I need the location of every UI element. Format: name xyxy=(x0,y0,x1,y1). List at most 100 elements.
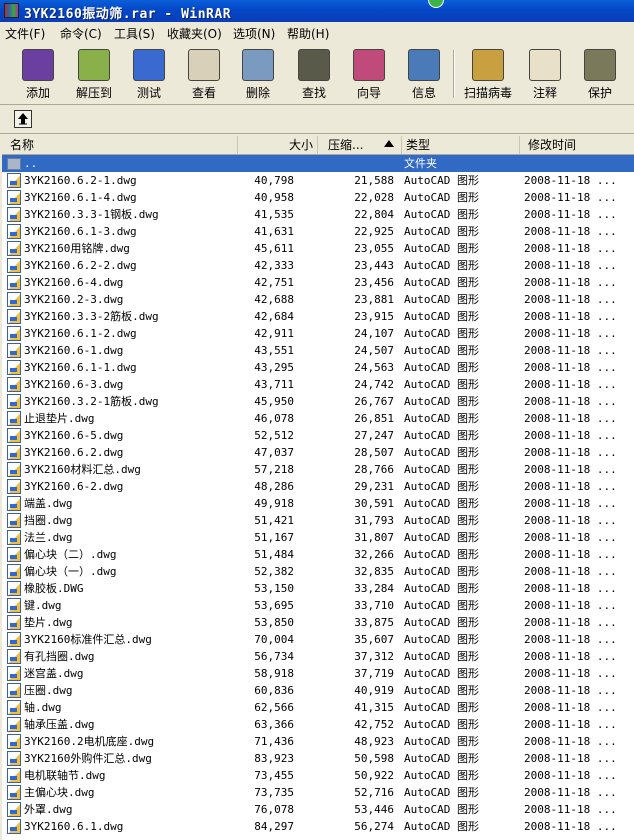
row-modified: 2008-11-18 ... xyxy=(524,429,617,442)
file-row[interactable]: 3YK2160.3.3-1钢板.dwg 41,535 22,804 AutoCAD 图… xyxy=(2,206,634,223)
toolbar-button-4[interactable]: 删除 xyxy=(230,46,286,102)
menu-item-3[interactable]: 收藏夹(O) xyxy=(167,25,222,42)
dwg-file-icon xyxy=(7,258,21,273)
row-type: AutoCAD 图形 xyxy=(404,463,479,476)
file-row[interactable]: 有孔挡圈.dwg 56,734 37,312 AutoCAD 图形 2008-11-18… xyxy=(2,648,634,665)
file-row[interactable]: 3YK2160.6-5.dwg 52,512 27,247 AutoCAD 图形 200… xyxy=(2,427,634,444)
file-row[interactable]: 3YK2160.6.1-2.dwg 42,911 24,107 AutoCAD 图形 2… xyxy=(2,325,634,342)
file-row[interactable]: 3YK2160.6.1-3.dwg 41,631 22,925 AutoCAD 图形 2… xyxy=(2,223,634,240)
file-row[interactable]: 偏心块（二）.dwg 51,484 32,266 AutoCAD 图形 2008-11-… xyxy=(2,546,634,563)
file-row[interactable]: 3YK2160.6-3.dwg 43,711 24,742 AutoCAD 图形 200… xyxy=(2,376,634,393)
row-modified: 2008-11-18 ... xyxy=(524,225,617,238)
row-packed: 24,107 xyxy=(354,327,394,340)
file-row[interactable]: 3YK2160.3.2-1筋板.dwg 45,950 26,767 AutoCAD 图… xyxy=(2,393,634,410)
row-packed: 23,915 xyxy=(354,310,394,323)
row-name: 3YK2160.2电机底座.dwg xyxy=(24,735,155,748)
row-type: AutoCAD 图形 xyxy=(404,327,479,340)
toolbar-button-7[interactable]: 信息 xyxy=(396,46,452,102)
file-row[interactable]: 3YK2160.6.2-2.dwg 42,333 23,443 AutoCAD 图形 2… xyxy=(2,257,634,274)
file-row[interactable]: 3YK2160.6.1-4.dwg 40,958 22,028 AutoCAD 图形 2… xyxy=(2,189,634,206)
file-row[interactable]: 偏心块（一）.dwg 52,382 32,835 AutoCAD 图形 2008-11-… xyxy=(2,563,634,580)
file-row[interactable]: 压圈.dwg 60,836 40,919 AutoCAD 图形 2008-11-18 .… xyxy=(2,682,634,699)
row-modified: 2008-11-18 ... xyxy=(524,735,617,748)
row-name: 有孔挡圈.dwg xyxy=(24,650,95,663)
row-size: 41,631 xyxy=(254,225,294,238)
row-name: 3YK2160.6-2.dwg xyxy=(24,480,124,493)
file-row[interactable]: 轴.dwg 62,566 41,315 AutoCAD 图形 2008-11-18 ..… xyxy=(2,699,634,716)
parent-folder-row[interactable]: .. 文件夹 xyxy=(2,155,634,172)
toolbar-button-5[interactable]: 查找 xyxy=(286,46,342,102)
header-packed[interactable]: 压缩... xyxy=(318,136,402,154)
row-size: 52,512 xyxy=(254,429,294,442)
toolbar-button-8[interactable]: 扫描病毒 xyxy=(460,46,516,102)
file-list[interactable]: .. 文件夹 3YK2160.6.2-1.dwg 40,798 21,588 Auto… xyxy=(2,155,634,840)
file-row[interactable]: 3YK2160.6.2.dwg 47,037 28,507 AutoCAD 图形 200… xyxy=(2,444,634,461)
header-name[interactable]: 名称 xyxy=(2,136,238,154)
file-row[interactable]: 主偏心块.dwg 73,735 52,716 AutoCAD 图形 2008-11-18… xyxy=(2,784,634,801)
row-modified: 2008-11-18 ... xyxy=(524,276,617,289)
row-name: 3YK2160.3.2-1筋板.dwg xyxy=(24,395,159,408)
title-bar[interactable]: 3YK2160振动筛.rar - WinRAR xyxy=(0,0,634,22)
file-row[interactable]: 3YK2160.6.1-1.dwg 43,295 24,563 AutoCAD 图形 2… xyxy=(2,359,634,376)
help-bubble-icon xyxy=(428,0,444,8)
row-modified: 2008-11-18 ... xyxy=(524,412,617,425)
row-name: 键.dwg xyxy=(24,599,62,612)
toolbar-button-1[interactable]: 解压到 xyxy=(66,46,122,102)
winrar-app-icon[interactable] xyxy=(4,3,19,18)
file-row[interactable]: 键.dwg 53,695 33,710 AutoCAD 图形 2008-11-18 ..… xyxy=(2,597,634,614)
row-size: 51,484 xyxy=(254,548,294,561)
file-row[interactable]: 垫片.dwg 53,850 33,875 AutoCAD 图形 2008-11-18 .… xyxy=(2,614,634,631)
header-modified[interactable]: 修改时间 xyxy=(520,136,634,154)
row-modified: 2008-11-18 ... xyxy=(524,820,617,833)
header-type[interactable]: 类型 xyxy=(402,136,520,154)
row-packed: 22,028 xyxy=(354,191,394,204)
file-row[interactable]: 电机联轴节.dwg 73,455 50,922 AutoCAD 图形 2008-11-1… xyxy=(2,767,634,784)
toolbar-button-2[interactable]: 测试 xyxy=(121,46,177,102)
file-row[interactable]: 外罩.dwg 76,078 53,446 AutoCAD 图形 2008-11-18 .… xyxy=(2,801,634,818)
toolbar-button-3[interactable]: 查看 xyxy=(176,46,232,102)
file-row[interactable]: 3YK2160标准件汇总.dwg 70,004 35,607 AutoCAD 图形 20… xyxy=(2,631,634,648)
dwg-file-icon xyxy=(7,564,21,579)
row-modified: 2008-11-18 ... xyxy=(524,293,617,306)
menu-item-4[interactable]: 选项(N) xyxy=(233,25,275,42)
file-row[interactable]: 止退垫片.dwg 46,078 26,851 AutoCAD 图形 2008-11-18… xyxy=(2,410,634,427)
dwg-file-icon xyxy=(7,734,21,749)
file-row[interactable]: 3YK2160.2电机底座.dwg 71,436 48,923 AutoCAD 图形 2… xyxy=(2,733,634,750)
menu-item-2[interactable]: 工具(S) xyxy=(114,25,155,42)
file-row[interactable]: 轴承压盖.dwg 63,366 42,752 AutoCAD 图形 2008-11-18… xyxy=(2,716,634,733)
menu-item-0[interactable]: 文件(F) xyxy=(5,25,45,42)
file-row[interactable]: 3YK2160.6.2-1.dwg 40,798 21,588 AutoCAD 图形 2… xyxy=(2,172,634,189)
row-size: 51,421 xyxy=(254,514,294,527)
toolbar-button-6[interactable]: 向导 xyxy=(341,46,397,102)
toolbar-button-10[interactable]: 保护 xyxy=(572,46,628,102)
menu-item-1[interactable]: 命令(C) xyxy=(60,25,102,42)
row-modified: 2008-11-18 ... xyxy=(524,667,617,680)
header-size[interactable]: 大小 xyxy=(238,136,318,154)
file-row[interactable]: 3YK2160.6-1.dwg 43,551 24,507 AutoCAD 图形 200… xyxy=(2,342,634,359)
file-row[interactable]: 橡胶板.DWG 53,150 33,284 AutoCAD 图形 2008-11-18 … xyxy=(2,580,634,597)
menu-item-5[interactable]: 帮助(H) xyxy=(287,25,329,42)
file-row[interactable]: 3YK2160.6-4.dwg 42,751 23,456 AutoCAD 图形 200… xyxy=(2,274,634,291)
file-row[interactable]: 3YK2160.3.3-2筋板.dwg 42,684 23,915 AutoCAD 图… xyxy=(2,308,634,325)
file-row[interactable]: 3YK2160.2-3.dwg 42,688 23,881 AutoCAD 图形 200… xyxy=(2,291,634,308)
toolbar-button-9[interactable]: 注释 xyxy=(517,46,573,102)
file-row[interactable]: 3YK2160用铭牌.dwg 45,611 23,055 AutoCAD 图形 2008… xyxy=(2,240,634,257)
file-row[interactable]: 端盖.dwg 49,918 30,591 AutoCAD 图形 2008-11-18 .… xyxy=(2,495,634,512)
row-size: 58,918 xyxy=(254,667,294,680)
up-folder-button[interactable] xyxy=(14,110,32,128)
row-packed: 42,752 xyxy=(354,718,394,731)
row-modified: 2008-11-18 ... xyxy=(524,174,617,187)
file-row[interactable]: 3YK2160材料汇总.dwg 57,218 28,766 AutoCAD 图形 200… xyxy=(2,461,634,478)
extract-icon xyxy=(78,49,110,81)
dwg-file-icon xyxy=(7,819,21,834)
file-row[interactable]: 挡圈.dwg 51,421 31,793 AutoCAD 图形 2008-11-18 .… xyxy=(2,512,634,529)
file-row[interactable]: 3YK2160.6-2.dwg 48,286 29,231 AutoCAD 图形 200… xyxy=(2,478,634,495)
file-row[interactable]: 法兰.dwg 51,167 31,807 AutoCAD 图形 2008-11-18 .… xyxy=(2,529,634,546)
file-row[interactable]: 3YK2160.6.1.dwg 84,297 56,274 AutoCAD 图形 200… xyxy=(2,818,634,835)
row-type: AutoCAD 图形 xyxy=(404,548,479,561)
toolbar-button-0[interactable]: 添加 xyxy=(10,46,66,102)
file-row[interactable]: 3YK2160外购件汇总.dwg 83,923 50,598 AutoCAD 图形 20… xyxy=(2,750,634,767)
file-row[interactable]: 迷宫盖.dwg 58,918 37,719 AutoCAD 图形 2008-11-18 … xyxy=(2,665,634,682)
row-name: .. xyxy=(24,157,38,170)
row-name: 3YK2160.6-5.dwg xyxy=(24,429,124,442)
